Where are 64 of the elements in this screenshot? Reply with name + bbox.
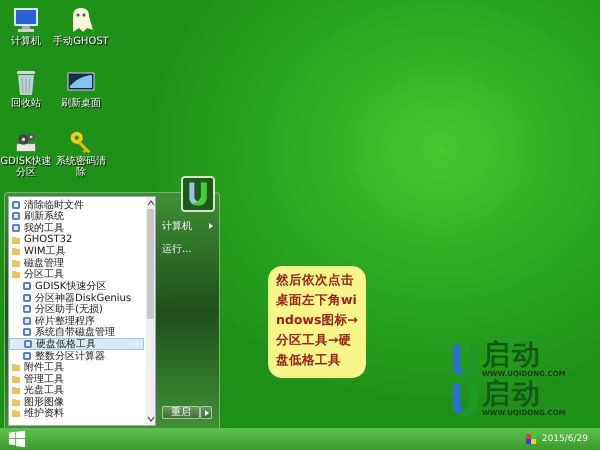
restart-button[interactable]: 重启 [162,406,200,419]
icon-label[interactable]: 计算机 [11,36,41,47]
program-icon [11,222,21,233]
program-icon [22,316,32,326]
icon-label[interactable]: 刷新桌面 [61,98,101,109]
logo-text: 启动 [482,379,542,409]
menu-item[interactable]: WIM工具 [9,245,146,257]
folder-icon [11,408,21,418]
scroll-thumb[interactable] [147,209,154,319]
u-letter-logo-icon [187,181,209,207]
menu-item[interactable]: 图形图像 [9,396,146,408]
logo-text: 启动 [482,340,542,370]
menu-item[interactable]: 光盘工具 [9,384,146,396]
menu-item[interactable]: 我的工具 [9,222,146,234]
menu-item[interactable]: 系统自带磁盘管理 [9,326,144,338]
menu-item[interactable]: 附件工具 [9,361,146,373]
menu-item[interactable]: 硬盘低格工具 [9,338,144,350]
folder-icon [11,234,21,245]
icon-label[interactable]: 系统密码清除 [53,156,109,178]
folder-icon [11,396,21,407]
caret-icon [205,410,209,416]
program-icon [22,292,32,303]
program-icon [11,200,21,210]
menu-item[interactable]: 计算机 [162,219,215,233]
menu-item[interactable]: GDISK快速分区 [9,280,144,292]
program-icon [22,280,32,291]
program-icon [11,211,21,222]
folder-icon [11,385,21,396]
menu-item[interactable]: 维护资料 [9,408,146,420]
options-arrow-button[interactable] [200,406,212,419]
menu-item[interactable]: 分区神器DiskGenius [9,292,144,304]
menu-item[interactable]: 运行... [162,242,215,256]
submenu-arrow-icon [209,223,213,229]
scroll-up-icon[interactable] [146,200,154,206]
menu-item[interactable]: 清除临时文件 [9,199,146,211]
folder-icon [11,258,21,268]
callout-note: 然后依次点击桌面左下角windows图标→分区工具→硬盘低格工具 [268,266,366,378]
menu-item[interactable]: 磁盘管理 [9,256,146,269]
program-icon [22,350,32,361]
icon-label[interactable]: 回收站 [11,98,41,109]
menu-item[interactable]: 分区工具 [9,268,146,280]
menu-item[interactable]: 管理工具 [9,372,146,384]
folder-icon [11,246,21,256]
scroll-down-icon[interactable] [146,416,154,422]
scrollbar[interactable] [146,197,155,425]
folder-icon [11,362,21,372]
menu-item[interactable]: GHOST32 [9,234,146,246]
flag-icon [526,434,536,444]
clock-date: 2015/6/29 [542,434,588,444]
menu-item[interactable]: 刷新系统 [9,210,146,222]
menu-item[interactable]: 整数分区计算器 [9,350,144,362]
windows-logo-icon [8,430,26,448]
program-icon [22,327,32,338]
monitor-icon[interactable] [12,6,40,34]
folder-icon [11,269,21,280]
folder-icon [11,374,21,384]
program-icon [23,338,33,349]
menu-item[interactable]: 碎片整理程序 [9,314,144,327]
icon-label[interactable]: 手动GHOST [53,36,109,47]
icon-label[interactable]: GDISK快速分区 [0,156,52,178]
program-icon [22,304,32,314]
menu-item[interactable]: 分区助手(无损) [9,303,144,315]
u-letter-logo-icon [450,343,480,379]
u-letter-logo-icon [450,382,480,418]
